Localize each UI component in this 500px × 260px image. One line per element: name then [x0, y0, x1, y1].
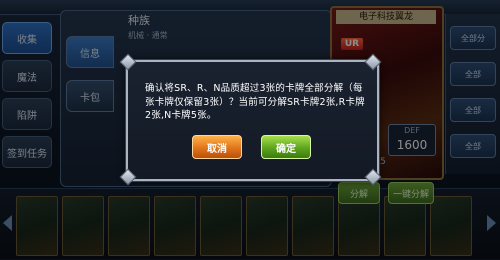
cancel-label: 取消 [207, 143, 227, 155]
confirm-button[interactable]: 确定 [261, 135, 311, 159]
dialog-message: 确认将SR、R、N品质超过3张的卡牌全部分解（每张卡牌仅保留3张）？当前可分解S… [145, 83, 365, 121]
confirm-label: 确定 [276, 143, 296, 155]
cancel-button[interactable]: 取消 [192, 135, 242, 159]
